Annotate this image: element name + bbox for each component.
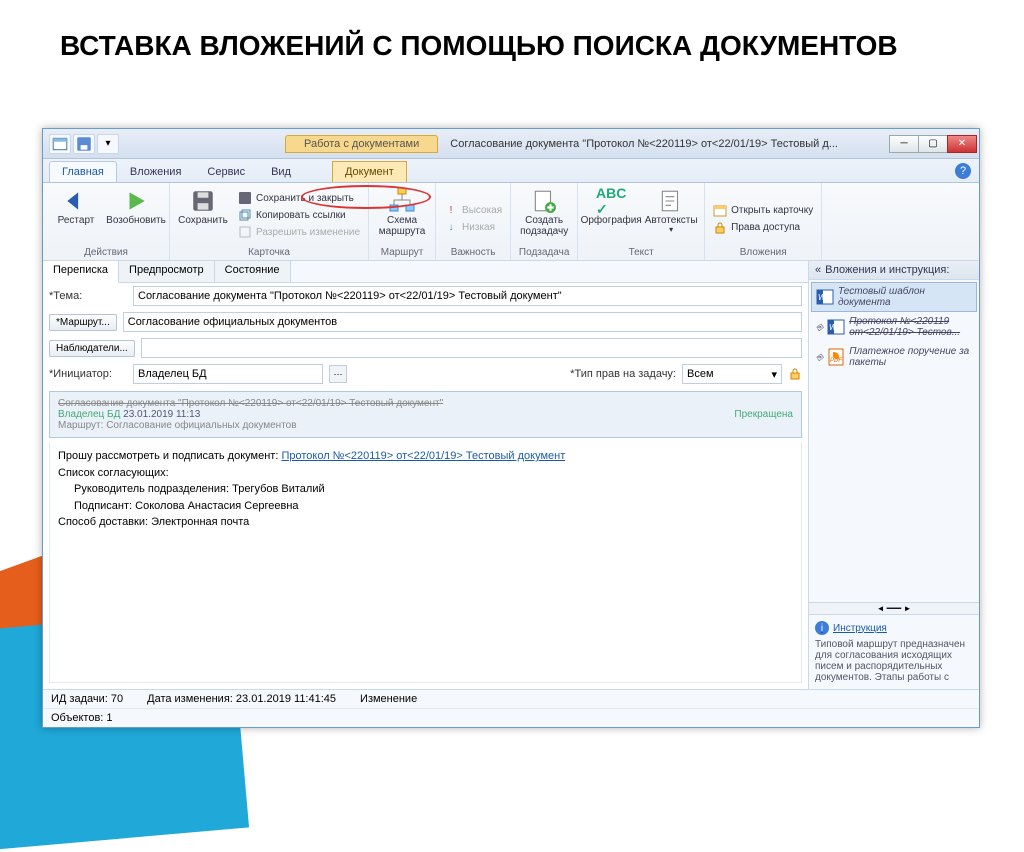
ribbon: Рестарт Возобновить Действия Сохранить С… <box>43 183 979 261</box>
spellcheck-button[interactable]: ABC✓Орфография <box>584 185 638 245</box>
subtab-state[interactable]: Состояние <box>215 261 291 282</box>
qat-save-icon[interactable] <box>73 134 95 154</box>
titlebar: ▾ Работа с документами Согласование доку… <box>43 129 979 159</box>
quick-access-toolbar: ▾ <box>43 134 125 154</box>
pdf-icon: PDF <box>827 348 845 366</box>
chevron-left-icon[interactable]: « <box>815 264 821 276</box>
description-field[interactable]: Согласование официальных документов <box>123 312 802 332</box>
close-button[interactable]: ✕ <box>947 135 977 153</box>
tab-attachments[interactable]: Вложения <box>117 161 195 182</box>
autotext-button[interactable]: Автотексты▾ <box>644 185 698 245</box>
high-priority-button: !Высокая <box>442 203 504 219</box>
contextual-tab-header: Работа с документами <box>285 135 438 153</box>
qat-dropdown-icon[interactable]: ▾ <box>97 134 119 154</box>
rights-dropdown[interactable]: Всем▾ <box>682 364 782 384</box>
observers-field[interactable] <box>141 338 802 358</box>
group-label: Важность <box>442 245 504 258</box>
attachment-item[interactable]: ⎆ PDF Платежное поручение за пакеты <box>811 342 977 372</box>
attachment-item[interactable]: ⎆ W Протокол №<220119 от<22/01/19> Тесто… <box>811 312 977 342</box>
observers-button[interactable]: Наблюдатели... <box>49 340 135 357</box>
group-label: Маршрут <box>375 245 429 258</box>
message-body[interactable]: Прошу рассмотреть и подписать документ: … <box>49 442 802 683</box>
save-and-close-button[interactable]: Сохранить и закрыть <box>236 190 362 206</box>
tab-main[interactable]: Главная <box>49 161 117 182</box>
ribbon-tabstrip: Главная Вложения Сервис Вид Документ <box>43 159 979 183</box>
low-priority-button: ↓Низкая <box>442 220 504 236</box>
tab-view[interactable]: Вид <box>258 161 304 182</box>
group-label: Действия <box>49 245 163 258</box>
group-label: Подзадача <box>517 245 571 258</box>
window-title: Согласование документа "Протокол №<22011… <box>450 138 890 150</box>
word-icon: W <box>827 318 845 336</box>
save-button[interactable]: Сохранить <box>176 185 230 245</box>
group-label: Карточка <box>176 245 362 258</box>
horizontal-scrollbar[interactable]: ◄ ━━━ ► <box>809 602 979 614</box>
initiator-label: *Инициатор: <box>49 368 127 380</box>
attachment-item[interactable]: W Тестовый шаблон документа <box>811 282 977 312</box>
link-icon: ⎆ <box>816 352 823 363</box>
rights-label: *Тип прав на задачу: <box>570 368 676 380</box>
app-window: ▾ Работа с документами Согласование доку… <box>42 128 980 728</box>
resume-button[interactable]: Возобновить <box>109 185 163 245</box>
subject-label: *Тема: <box>49 290 127 302</box>
create-subtask-button[interactable]: Создать подзадачу <box>517 185 571 245</box>
group-label: Текст <box>584 245 698 258</box>
restart-button[interactable]: Рестарт <box>49 185 103 245</box>
help-icon[interactable]: ? <box>955 163 971 179</box>
slide-title: ВСТАВКА ВЛОЖЕНИЙ С ПОМОЩЬЮ ПОИСКА ДОКУМЕ… <box>0 0 1024 72</box>
message-status: Прекращена <box>734 409 793 420</box>
route-scheme-button[interactable]: Схема маршрута <box>375 185 429 245</box>
allow-edit-button: Разрешить изменение <box>236 224 362 240</box>
info-icon: i <box>815 621 829 635</box>
tab-document[interactable]: Документ <box>332 161 407 182</box>
message-header-box: Согласование документа "Протокол №<22011… <box>49 391 802 438</box>
minimize-button[interactable]: ─ <box>889 135 919 153</box>
document-link[interactable]: Протокол №<220119> от<22/01/19> Тестовый… <box>281 450 565 462</box>
qat-open-icon[interactable] <box>49 134 71 154</box>
subject-field[interactable]: Согласование документа "Протокол №<22011… <box>133 286 802 306</box>
group-label: Вложения <box>711 245 815 258</box>
attachments-panel: « Вложения и инструкция: W Тестовый шабл… <box>809 261 979 689</box>
instruction-panel: iИнструкция Типовой маршрут предназначен… <box>809 614 979 689</box>
initiator-browse-button[interactable]: ⋯ <box>329 365 347 383</box>
link-icon: ⎆ <box>816 322 823 333</box>
subtab-correspondence[interactable]: Переписка <box>43 261 119 283</box>
access-rights-button[interactable]: Права доступа <box>711 220 815 236</box>
tab-service[interactable]: Сервис <box>194 161 258 182</box>
word-icon: W <box>816 288 834 306</box>
maximize-button[interactable]: ▢ <box>918 135 948 153</box>
statusbar: ИД задачи: 70 Дата изменения: 23.01.2019… <box>43 689 979 727</box>
route-button[interactable]: *Маршрут... <box>49 314 117 331</box>
copy-links-button[interactable]: Копировать ссылки <box>236 207 362 223</box>
lock-icon <box>788 367 802 381</box>
subtab-preview[interactable]: Предпросмотр <box>119 261 215 282</box>
initiator-field[interactable]: Владелец БД <box>133 364 323 384</box>
open-card-button[interactable]: Открыть карточку <box>711 203 815 219</box>
message-title: Согласование документа "Протокол №<22011… <box>58 398 443 409</box>
attachments-header: « Вложения и инструкция: <box>809 261 979 280</box>
subtabs: Переписка Предпросмотр Состояние <box>43 261 808 283</box>
